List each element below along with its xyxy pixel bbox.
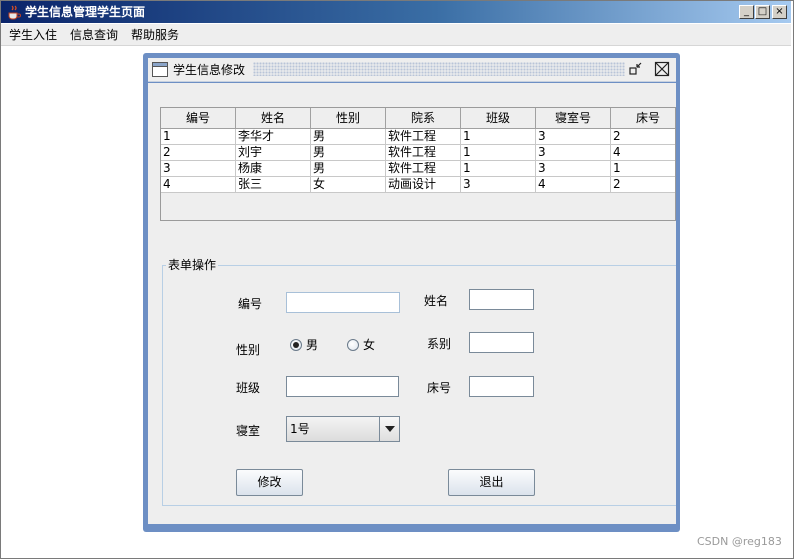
table-cell[interactable]: 2	[161, 145, 236, 161]
table-cell[interactable]: 3	[536, 129, 611, 145]
frame-close-icon[interactable]	[654, 61, 670, 77]
column-header-bed[interactable]: 床号	[611, 108, 675, 129]
table-cell[interactable]: 1	[161, 129, 236, 145]
table-cell[interactable]: 3	[536, 145, 611, 161]
dorm-select-value: 1号	[290, 422, 310, 436]
column-header-department[interactable]: 院系	[386, 108, 461, 129]
menu-checkin[interactable]: 学生入住	[9, 27, 57, 43]
column-header-class[interactable]: 班级	[461, 108, 536, 129]
watermark: CSDN @reg183	[697, 535, 782, 548]
menu-help[interactable]: 帮助服务	[131, 27, 179, 43]
table-cell[interactable]: 2	[611, 177, 675, 193]
table-cell[interactable]: 女	[311, 177, 386, 193]
table-cell[interactable]: 4	[161, 177, 236, 193]
restore-icon[interactable]	[628, 61, 644, 77]
internal-frame-title: 学生信息修改	[173, 62, 248, 78]
internal-frame-titlebar[interactable]: 学生信息修改	[148, 58, 676, 82]
table-row[interactable]: 2 刘宇 男 软件工程 1 3 4	[161, 145, 675, 161]
maximize-button[interactable]: □	[755, 5, 770, 19]
table-cell[interactable]: 杨康	[236, 161, 311, 177]
column-header-id[interactable]: 编号	[161, 108, 236, 129]
table-cell[interactable]: 李华才	[236, 129, 311, 145]
gender-female-label[interactable]: 女	[363, 337, 375, 353]
table-cell[interactable]: 3	[461, 177, 536, 193]
table-cell[interactable]: 4	[611, 145, 675, 161]
minimize-button[interactable]: _	[739, 5, 754, 19]
table-cell[interactable]: 1	[461, 161, 536, 177]
table-cell[interactable]: 3	[536, 161, 611, 177]
table-cell[interactable]: 软件工程	[386, 145, 461, 161]
form-legend: 表单操作	[166, 257, 219, 273]
table-cell[interactable]: 刘宇	[236, 145, 311, 161]
table-cell[interactable]: 男	[311, 145, 386, 161]
id-field[interactable]	[286, 292, 400, 313]
name-label: 姓名	[424, 294, 449, 308]
modify-button[interactable]: 修改	[236, 469, 303, 496]
frame-window-icon	[152, 62, 168, 77]
class-field[interactable]	[286, 376, 399, 397]
table-header: 编号 姓名 性别 院系 班级 寝室号 床号	[161, 108, 675, 129]
table-cell[interactable]: 男	[311, 129, 386, 145]
gender-label: 性别	[236, 343, 261, 357]
dorm-select[interactable]: 1号	[286, 416, 400, 442]
gender-female-radio[interactable]	[347, 339, 359, 351]
table-cell[interactable]: 动画设计	[386, 177, 461, 193]
dept-label: 系别	[427, 337, 452, 351]
name-field[interactable]	[469, 289, 534, 310]
exit-button[interactable]: 退出	[448, 469, 535, 496]
column-header-name[interactable]: 姓名	[236, 108, 311, 129]
close-button[interactable]: ×	[772, 5, 787, 19]
bed-label: 床号	[427, 381, 452, 395]
menu-bar: 学生入住 信息查询 帮助服务	[1, 24, 791, 46]
table-row[interactable]: 3 杨康 男 软件工程 1 3 1	[161, 161, 675, 177]
dorm-label: 寝室	[236, 424, 261, 438]
gender-male-radio[interactable]	[290, 339, 302, 351]
table-cell[interactable]: 软件工程	[386, 129, 461, 145]
column-header-dorm[interactable]: 寝室号	[536, 108, 611, 129]
table-cell[interactable]: 1	[461, 145, 536, 161]
column-header-gender[interactable]: 性别	[311, 108, 386, 129]
table-cell[interactable]: 1	[461, 129, 536, 145]
window-title: 学生信息管理学生页面	[25, 5, 146, 19]
java-cup-icon	[8, 5, 21, 20]
table-cell[interactable]: 张三	[236, 177, 311, 193]
menu-query[interactable]: 信息查询	[70, 27, 118, 43]
bed-field[interactable]	[469, 376, 534, 397]
table-cell[interactable]: 男	[311, 161, 386, 177]
chevron-down-icon[interactable]	[379, 417, 399, 441]
table-row[interactable]: 1 李华才 男 软件工程 1 3 2	[161, 129, 675, 145]
table-cell[interactable]: 1	[611, 161, 675, 177]
table-cell[interactable]: 3	[161, 161, 236, 177]
dept-field[interactable]	[469, 332, 534, 353]
table-cell[interactable]: 2	[611, 129, 675, 145]
student-table[interactable]: 编号 姓名 性别 院系 班级 寝室号 床号 1 李华才 男 软件工程 1 3 2…	[160, 107, 676, 221]
table-cell[interactable]: 软件工程	[386, 161, 461, 177]
window-titlebar[interactable]: 学生信息管理学生页面 _ □ ×	[1, 1, 791, 23]
table-cell[interactable]: 4	[536, 177, 611, 193]
id-label: 编号	[238, 297, 263, 311]
titlebar-grip-pattern	[253, 62, 625, 76]
gender-male-label[interactable]: 男	[306, 337, 318, 353]
class-label: 班级	[236, 381, 261, 395]
table-row[interactable]: 4 张三 女 动画设计 3 4 2	[161, 177, 675, 193]
